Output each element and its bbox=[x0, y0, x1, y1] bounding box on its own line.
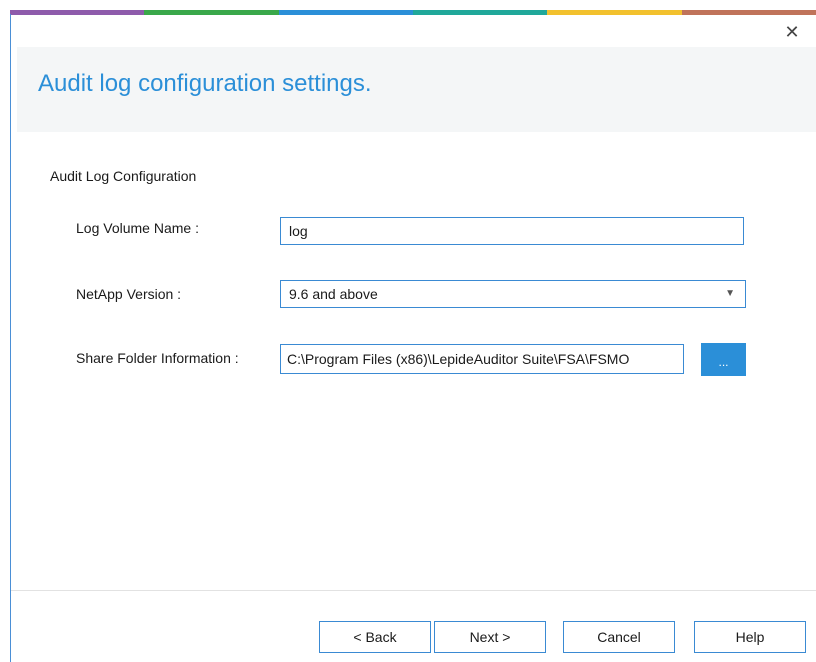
accent-strip-green bbox=[144, 10, 279, 15]
section-title: Audit Log Configuration bbox=[50, 168, 197, 184]
netapp-version-label: NetApp Version : bbox=[76, 286, 182, 302]
accent-strip-blue bbox=[278, 10, 413, 15]
window-left-border bbox=[10, 14, 11, 662]
help-button[interactable]: Help bbox=[694, 621, 806, 653]
share-folder-input[interactable] bbox=[280, 344, 684, 374]
netapp-version-select[interactable]: 9.6 and above ▼ bbox=[280, 280, 746, 308]
chevron-down-icon[interactable]: ▼ bbox=[725, 281, 735, 307]
back-button[interactable]: < Back bbox=[319, 621, 431, 653]
accent-strip-purple bbox=[10, 10, 145, 15]
dialog-header: Audit log configuration settings. bbox=[17, 47, 816, 132]
accent-strip-yellow bbox=[547, 10, 682, 15]
cancel-button[interactable]: Cancel bbox=[563, 621, 675, 653]
accent-color-strip bbox=[10, 10, 816, 15]
netapp-version-selected: 9.6 and above bbox=[289, 286, 378, 302]
log-volume-input[interactable] bbox=[280, 217, 744, 245]
log-volume-label: Log Volume Name : bbox=[76, 220, 199, 236]
share-folder-label: Share Folder Information : bbox=[76, 350, 239, 366]
close-button[interactable]: ✕ bbox=[782, 22, 802, 42]
footer-divider bbox=[11, 590, 816, 591]
next-button[interactable]: Next > bbox=[434, 621, 546, 653]
accent-strip-brown bbox=[681, 10, 816, 15]
browse-folder-button[interactable]: ... bbox=[701, 343, 746, 376]
close-icon: ✕ bbox=[784, 22, 800, 42]
page-title: Audit log configuration settings. bbox=[38, 70, 372, 97]
accent-strip-teal bbox=[412, 10, 548, 15]
